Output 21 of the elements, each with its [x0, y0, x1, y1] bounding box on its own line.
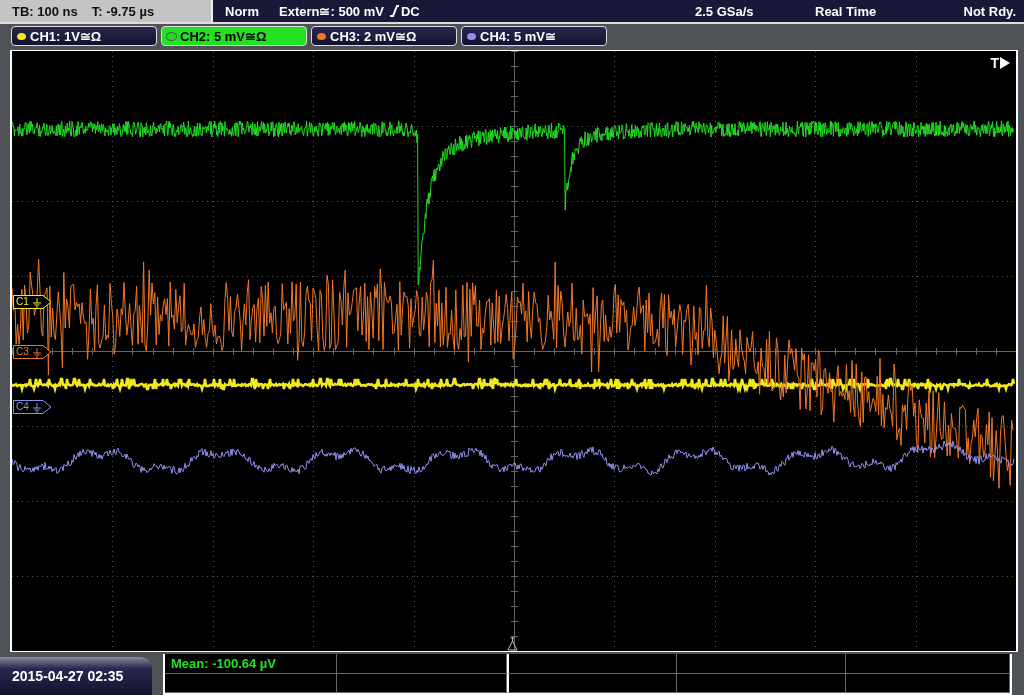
- status-label: Not Rdy.: [963, 3, 1017, 19]
- channel-tab[interactable]: CH2: 5 mV≅Ω: [161, 26, 307, 46]
- date-time-label: 2015-04-27 02:35: [0, 657, 152, 695]
- trigger-position-icon: [507, 637, 518, 651]
- channel-offset-marker[interactable]: C4: [13, 400, 53, 414]
- coupling-label: DC: [400, 3, 420, 19]
- measurement-value: Mean: -100.64 µV: [170, 655, 277, 671]
- channel-offset-marker[interactable]: C1: [13, 295, 53, 309]
- trigger-source-label: Extern≅: 500 mV: [279, 3, 384, 19]
- channel-offset-marker[interactable]: C3: [13, 345, 53, 359]
- trigger-mode-label: Norm: [225, 3, 260, 19]
- channel-tab[interactable]: CH4: 5 mV≅: [461, 26, 607, 46]
- trigger-time-label: T: -9.75 µs: [91, 3, 155, 19]
- timebase-label: TB: 100 ns: [12, 3, 78, 19]
- trigger-arrow-icon: [1000, 57, 1010, 69]
- rising-edge-icon: [388, 4, 399, 18]
- acquisition-mode-label: Real Time: [815, 3, 878, 19]
- channel-tab[interactable]: CH1: 1V≅Ω: [11, 26, 157, 46]
- trigger-label: T: [990, 55, 999, 71]
- channel-tab[interactable]: CH3: 2 mV≅Ω: [311, 26, 457, 46]
- sample-rate-label: 2.5 GSa/s: [695, 3, 755, 19]
